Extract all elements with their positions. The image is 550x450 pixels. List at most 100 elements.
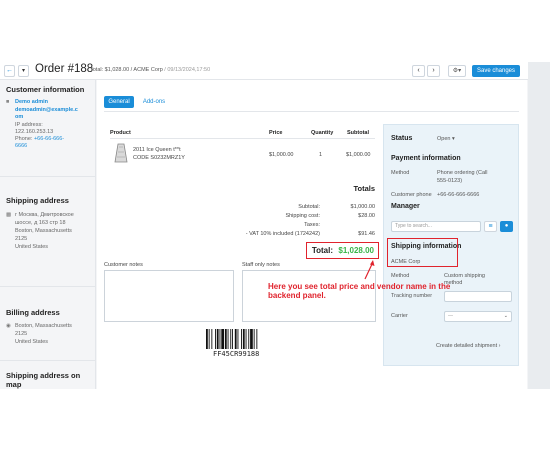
shipping-method-label: Method [391, 273, 410, 279]
list-icon: ≡ [488, 223, 493, 230]
customer-email-link-cont[interactable]: om [15, 114, 23, 121]
totals-title: Totals [353, 184, 375, 193]
create-shipment-link[interactable]: Create detailed shipment › [436, 343, 501, 349]
map-title: Shipping address on [6, 371, 81, 380]
customer-email-link[interactable]: demoadmin@example.c [15, 107, 78, 114]
product-thumbnail[interactable] [114, 142, 128, 164]
barcode-bar [234, 329, 237, 349]
shipping-method-value: Custom shipping [444, 273, 485, 279]
carrier-label: Carrier [391, 313, 408, 319]
billing-line: Boston, Massachusetts [15, 323, 72, 329]
barcode-text: FF45CR99188 [213, 350, 260, 358]
col-product: Product [110, 130, 131, 136]
taxes-label: Taxes: [304, 222, 320, 228]
carrier-select[interactable]: — ⌄ [444, 311, 512, 322]
order-menu-button[interactable]: ▾ [18, 65, 29, 77]
subtotal-label: Subtotal: [298, 204, 320, 210]
vat-value: $91.46 [358, 231, 375, 237]
product-subtotal: $1,000.00 [346, 152, 371, 158]
prev-order-button[interactable]: ‹ [412, 65, 425, 77]
payment-info-title: Payment information [391, 155, 461, 162]
barcode [206, 329, 271, 351]
shipping-line: шоссе, д 163 стр 18 [15, 220, 66, 226]
col-price: Price [269, 130, 283, 136]
manager-list-button[interactable]: ≡ [484, 221, 497, 232]
vat-label: - VAT 10% included (1724242) [245, 231, 320, 237]
manager-title: Manager [391, 203, 420, 210]
barcode-bar [245, 329, 247, 349]
location-icon: ◉ [6, 323, 11, 329]
annotation-arrow [363, 258, 377, 280]
status-label: Status [391, 135, 413, 142]
shipping-line: г Москва, Дмитровское [15, 212, 74, 218]
caret-down-icon: ▾ [21, 68, 25, 74]
payment-method-value: Phone ordering (Call [437, 170, 488, 176]
ip-label: IP address: [15, 122, 43, 128]
barcode-bar [224, 329, 227, 349]
product-price: $1,000.00 [269, 152, 294, 158]
shipping-line: 2125 [15, 236, 28, 242]
barcode-bar [250, 329, 253, 349]
barcode-bar [253, 329, 255, 349]
staff-notes-label: Staff only notes [242, 262, 280, 268]
order-header-bar: ← ▾ Order #188 Total: $1,028.00 / ACME C… [0, 62, 550, 80]
barcode-bar [221, 329, 224, 349]
sidebar-divider [0, 176, 96, 177]
shipping-address-title: Shipping address [6, 196, 69, 205]
sidebar-divider [0, 360, 96, 361]
barcode-bar [242, 329, 245, 349]
status-dropdown[interactable]: Open ▾ [437, 136, 455, 142]
assign-manager-button[interactable]: ● [500, 221, 513, 232]
phone-link[interactable]: +66-66-666- [34, 136, 64, 142]
customer-sidebar: Customer information ■ Demo admin demoad… [0, 80, 96, 389]
map-title-cont: map [6, 380, 22, 389]
barcode-bar [232, 329, 233, 349]
customer-name-link[interactable]: Demo admin [15, 99, 48, 106]
product-name-link[interactable]: 2011 Ice Queen t**t [133, 147, 181, 153]
customer-phone-label: Customer phone [391, 192, 432, 198]
shipping-cost-label: Shipping cost: [285, 213, 320, 219]
arrow-left-icon: ← [6, 67, 13, 74]
phone-link-cont[interactable]: 6666 [15, 143, 27, 150]
settings-button[interactable]: ⚙▾ [448, 65, 466, 77]
barcode-graphic [206, 329, 258, 349]
tabs-divider [104, 111, 519, 112]
customer-phone-value: +66-66-666-6666 [437, 192, 480, 198]
chevron-left-icon: ‹ [417, 67, 420, 74]
order-summary: Total: $1,028.00 / ACME Corp / 09/13/202… [90, 67, 211, 73]
col-quantity: Quantity [311, 130, 334, 136]
col-subtotal: Subtotal [347, 130, 369, 136]
order-main-panel: General Add-ons Product Price Quantity S… [97, 80, 527, 389]
header-divider [110, 138, 375, 139]
save-changes-button[interactable]: Save changes [472, 65, 520, 77]
back-button[interactable]: ← [4, 65, 15, 77]
product-code: CODE S0232MRZ1Y [133, 155, 185, 161]
barcode-bar [208, 329, 210, 349]
barcode-bar [206, 329, 208, 349]
customer-notes-textarea[interactable] [104, 270, 234, 322]
billing-line: 2125 [15, 331, 28, 337]
barcode-bar [237, 329, 239, 349]
shipping-line: Boston, Massachusetts [15, 228, 72, 234]
annotation-text: Here you see total price and vendor name… [268, 282, 451, 300]
customer-info-title: Customer information [6, 85, 85, 94]
ip-value: 122.160.253.13 [15, 129, 54, 135]
page-gutter [528, 62, 550, 389]
tab-addons[interactable]: Add-ons [138, 96, 170, 108]
arrow-up-icon [364, 260, 375, 280]
truck-icon: ▩ [6, 212, 12, 218]
manager-search-input[interactable]: Type to search... [391, 221, 481, 232]
barcode-bar [227, 329, 229, 349]
chevron-down-icon: ⌄ [503, 313, 508, 319]
billing-line: United States [15, 339, 49, 345]
next-order-button[interactable]: › [427, 65, 440, 77]
customer-notes-label: Customer notes [104, 262, 143, 268]
product-image-icon [114, 143, 128, 163]
total-highlight-box [306, 242, 379, 259]
chevron-right-icon: › [432, 67, 435, 74]
sidebar-divider [0, 286, 96, 287]
user-icon: ■ [6, 99, 10, 105]
barcode-bar [215, 329, 216, 349]
shipping-cost-value: $28.00 [358, 213, 375, 219]
tab-general[interactable]: General [104, 96, 134, 108]
